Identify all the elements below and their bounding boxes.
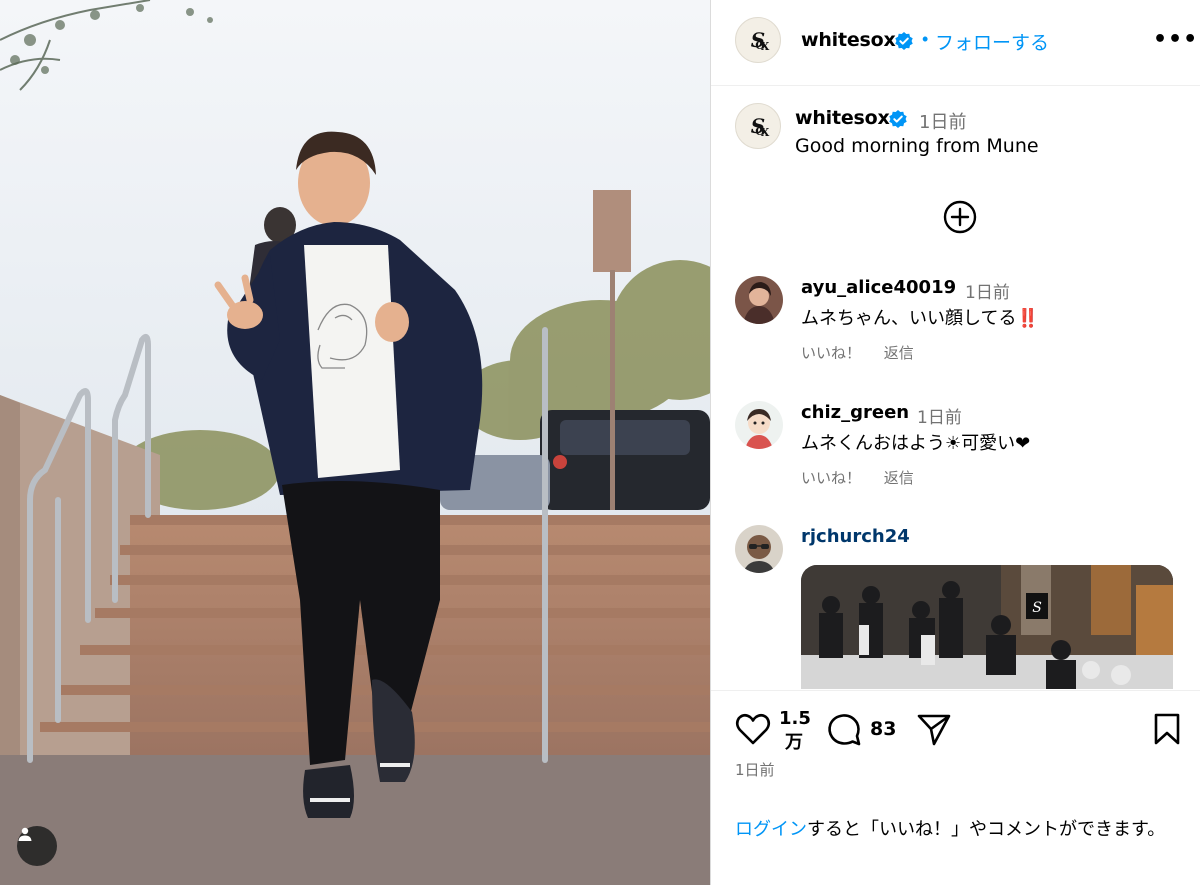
svg-text:X: X	[761, 40, 770, 53]
white-sox-logo-icon: S O X	[751, 114, 770, 139]
caption-author-username[interactable]: whitesox	[795, 107, 890, 129]
bookmark-icon[interactable]	[1152, 712, 1182, 746]
comment-actions: いいね！ 返信	[801, 342, 932, 363]
paper-plane-icon[interactable]	[916, 713, 952, 747]
like-count-unit: 万	[785, 732, 803, 753]
commenter-username[interactable]: chiz_green	[801, 402, 909, 423]
photo-illustration	[0, 0, 710, 885]
like-count[interactable]: 1.5 万	[779, 707, 811, 755]
svg-text:S: S	[1032, 600, 1042, 616]
post-header: S O X whitesox • フォローする •••	[711, 0, 1200, 86]
post-photo[interactable]	[0, 0, 710, 885]
comment-bubble-icon[interactable]	[826, 712, 862, 748]
avatar-photo	[735, 276, 783, 324]
post-date[interactable]: 1日前	[735, 759, 775, 780]
comment-reply-button[interactable]: 返信	[884, 469, 914, 487]
svg-text:X: X	[761, 126, 770, 139]
comment-time[interactable]: 1日前	[917, 403, 962, 428]
comment-reply-button[interactable]: 返信	[884, 344, 914, 362]
more-options-button[interactable]: •••	[1153, 27, 1198, 52]
commenter-username[interactable]: rjchurch24	[801, 526, 910, 547]
caption-time[interactable]: 1日前	[919, 108, 966, 134]
commenter-username[interactable]: ayu_alice40019	[801, 277, 956, 298]
follow-button[interactable]: フォローする	[935, 28, 1049, 55]
post-caption: S O X whitesox 1日前 Good morning from Mun…	[735, 103, 1175, 163]
avatar-photo	[735, 401, 783, 449]
comment-gif-image[interactable]: S	[801, 565, 1173, 689]
comment-item: ayu_alice40019 1日前 ムネちゃん、いい顔してる‼️ いいね！ 返…	[735, 276, 1175, 366]
comment-text: ムネちゃん、いい顔してる‼️	[801, 308, 1039, 329]
caption-text: Good morning from Mune	[795, 135, 1039, 157]
post-side-panel: S O X whitesox • フォローする ••• S O X whites…	[710, 0, 1200, 885]
caption-author-avatar[interactable]: S O X	[735, 103, 781, 149]
comment-time[interactable]: 1日前	[965, 278, 1010, 303]
user-tag-button[interactable]	[17, 826, 57, 866]
like-count-number: 1.5	[779, 708, 811, 729]
comment-item: chiz_green 1日前 ムネくんおはよう☀可愛い❤ いいね！ 返信	[735, 401, 1175, 491]
plus-circle-icon[interactable]	[942, 199, 978, 235]
author-avatar[interactable]: S O X	[735, 17, 781, 63]
dugout-gif-illustration: S	[801, 565, 1173, 689]
user-tag-icon	[18, 827, 32, 841]
separator-dot: •	[922, 29, 929, 49]
commenter-avatar[interactable]	[735, 276, 783, 324]
login-prompt-text: すると「いいね！」やコメントができます。	[807, 819, 1166, 840]
comment-count[interactable]: 83	[870, 718, 896, 740]
post-action-bar: 1.5 万 83 1日前	[711, 690, 1200, 795]
author-username[interactable]: whitesox	[801, 29, 896, 51]
comment-like-button[interactable]: いいね！	[801, 344, 861, 362]
verified-badge-icon	[889, 110, 907, 128]
commenter-avatar[interactable]	[735, 525, 783, 573]
login-prompt: ログインすると「いいね！」やコメントができます。	[735, 816, 1185, 844]
avatar-photo	[735, 525, 783, 573]
white-sox-logo-icon: S O X	[751, 28, 770, 53]
comment-like-button[interactable]: いいね！	[801, 469, 861, 487]
commenter-avatar[interactable]	[735, 401, 783, 449]
login-link[interactable]: ログイン	[735, 819, 807, 840]
comment-actions: いいね！ 返信	[801, 467, 932, 488]
comment-text: ムネくんおはよう☀可愛い❤	[801, 433, 1031, 454]
heart-icon[interactable]	[735, 712, 771, 746]
verified-badge-icon	[895, 32, 913, 50]
